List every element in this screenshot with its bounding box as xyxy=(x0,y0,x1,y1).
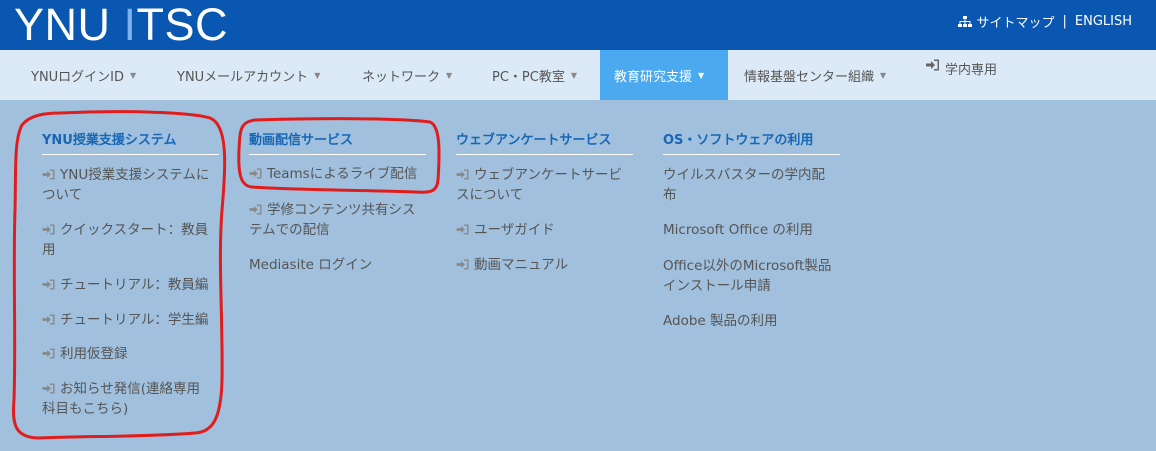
nav-item-ynu-login-id[interactable]: YNUログインID ▼ xyxy=(17,50,160,100)
site-header: YNU ITSC サイトマップ | ENGLISH xyxy=(0,0,1156,50)
nav-item-education-research[interactable]: 教育研究支援 ▼ xyxy=(600,50,728,100)
link-text: 布 xyxy=(663,187,677,203)
menu-link-web-survey-about[interactable]: ウェブアンケートサービスについて xyxy=(456,165,636,205)
menu-link-virusbuster[interactable]: ウイルスバスターの学内配布 xyxy=(663,165,853,205)
sign-in-icon xyxy=(456,256,470,270)
nav-item-label: YNUログインID xyxy=(31,69,125,85)
sign-in-icon xyxy=(42,345,56,359)
link-text: Mediasite ログイン xyxy=(249,257,373,273)
logo-i: I xyxy=(123,0,137,50)
nav-item-center-org[interactable]: 情報基盤センター組織 ▼ xyxy=(730,50,908,100)
english-link[interactable]: ENGLISH xyxy=(1075,14,1132,29)
menu-link-teams-live[interactable]: Teamsによるライブ配信 xyxy=(249,164,434,184)
link-text: ついて xyxy=(42,187,83,203)
nav-item-label: 学内専用 xyxy=(945,63,998,78)
main-nav: YNUログインID ▼ YNUメールアカウント ▼ ネットワーク ▼ PC・PC… xyxy=(0,50,1156,100)
link-text: チュートリアル：教員編 xyxy=(60,277,209,293)
link-text: Office以外のMicrosoft製品 xyxy=(663,258,832,274)
menu-link-mediasite-login[interactable]: Mediasite ログイン xyxy=(249,255,434,275)
menu-link-lms-about[interactable]: YNU授業支援システムについて xyxy=(42,165,222,205)
nav-item-label: 教育研究支援 xyxy=(614,69,693,85)
column-divider xyxy=(663,154,840,155)
column-heading-web-survey[interactable]: ウェブアンケートサービス xyxy=(456,129,611,148)
link-text: Microsoft Office の利用 xyxy=(663,222,813,238)
link-text: クイックスタート：教員 xyxy=(60,222,209,238)
menu-link-temp-registration[interactable]: 利用仮登録 xyxy=(42,344,222,364)
sign-in-icon xyxy=(42,311,56,325)
menu-link-user-guide[interactable]: ユーザガイド xyxy=(456,220,636,240)
logo-ynu: YNU xyxy=(14,0,124,50)
link-text: スについて xyxy=(456,187,524,203)
menu-link-video-manual[interactable]: 動画マニュアル xyxy=(456,255,636,275)
chevron-down-icon: ▼ xyxy=(314,70,321,80)
link-text: 科目もこちら) xyxy=(42,401,129,417)
link-text: ウイルスバスターの学内配 xyxy=(663,167,825,183)
link-text: 動画マニュアル xyxy=(474,257,569,273)
sign-in-icon xyxy=(249,201,263,215)
utility-links: サイトマップ | ENGLISH xyxy=(958,12,1132,31)
column-heading-os-software[interactable]: OS・ソフトウェアの利用 xyxy=(663,129,813,148)
column-heading-video[interactable]: 動画配信サービス xyxy=(249,129,353,148)
menu-link-ms-office[interactable]: Microsoft Office の利用 xyxy=(663,220,853,240)
sign-in-icon xyxy=(456,166,470,180)
column-divider xyxy=(249,154,426,155)
chevron-down-icon: ▼ xyxy=(698,70,705,80)
sign-in-icon xyxy=(42,166,56,180)
chevron-down-icon: ▼ xyxy=(130,70,137,80)
util-separator: | xyxy=(1062,14,1067,29)
sitemap-link[interactable]: サイトマップ xyxy=(976,12,1054,31)
sign-in-icon xyxy=(42,276,56,290)
sign-in-icon xyxy=(42,380,56,394)
nav-item-network[interactable]: ネットワーク ▼ xyxy=(348,50,476,100)
sign-in-icon xyxy=(249,165,263,179)
menu-link-tutorial-teacher[interactable]: チュートリアル：教員編 xyxy=(42,275,222,295)
nav-item-label: PC・PC教室 xyxy=(492,69,565,85)
column-divider xyxy=(42,154,219,155)
link-text: 用 xyxy=(42,242,56,258)
link-text: テムでの配信 xyxy=(249,222,330,238)
nav-item-label: ネットワーク xyxy=(362,69,441,85)
menu-link-ms-install-request[interactable]: Office以外のMicrosoft製品 インストール申請 xyxy=(663,256,853,296)
nav-item-internal-only[interactable]: 学内専用 xyxy=(912,50,1022,100)
link-text: YNU授業支援システムに xyxy=(60,167,210,183)
link-text: 利用仮登録 xyxy=(60,346,128,362)
menu-link-content-share[interactable]: 学修コンテンツ共有システムでの配信 xyxy=(249,200,434,240)
site-logo[interactable]: YNU ITSC xyxy=(14,0,228,51)
link-text: お知らせ発信(連絡専用 xyxy=(60,381,200,397)
menu-link-tutorial-student[interactable]: チュートリアル：学生編 xyxy=(42,310,222,330)
link-text: ユーザガイド xyxy=(474,222,555,238)
sign-in-icon xyxy=(42,221,56,235)
nav-item-label: 情報基盤センター組織 xyxy=(744,69,875,85)
chevron-down-icon: ▼ xyxy=(880,70,887,80)
link-text: ウェブアンケートサービ xyxy=(474,167,622,183)
menu-link-quickstart-teacher[interactable]: クイックスタート：教員用 xyxy=(42,220,222,260)
nav-item-pc-room[interactable]: PC・PC教室 ▼ xyxy=(478,50,598,100)
column-heading-lms[interactable]: YNU授業支援システム xyxy=(42,129,176,148)
nav-item-label: YNUメールアカウント xyxy=(177,69,309,85)
menu-link-notice[interactable]: お知らせ発信(連絡専用科目もこちら) xyxy=(42,379,222,419)
menu-link-adobe[interactable]: Adobe 製品の利用 xyxy=(663,311,853,331)
column-divider xyxy=(456,154,633,155)
link-text: Teamsによるライブ配信 xyxy=(267,166,418,182)
link-text: インストール申請 xyxy=(663,278,771,294)
logo-tsc: TSC xyxy=(136,0,229,50)
sitemap-icon xyxy=(958,15,973,28)
link-text: 学修コンテンツ共有シス xyxy=(267,202,416,218)
sign-in-icon xyxy=(926,59,940,71)
link-text: Adobe 製品の利用 xyxy=(663,313,778,329)
nav-item-ynu-mail[interactable]: YNUメールアカウント ▼ xyxy=(163,50,345,100)
chevron-down-icon: ▼ xyxy=(446,70,453,80)
chevron-down-icon: ▼ xyxy=(570,70,577,80)
sign-in-icon xyxy=(456,221,470,235)
link-text: チュートリアル：学生編 xyxy=(60,312,209,328)
